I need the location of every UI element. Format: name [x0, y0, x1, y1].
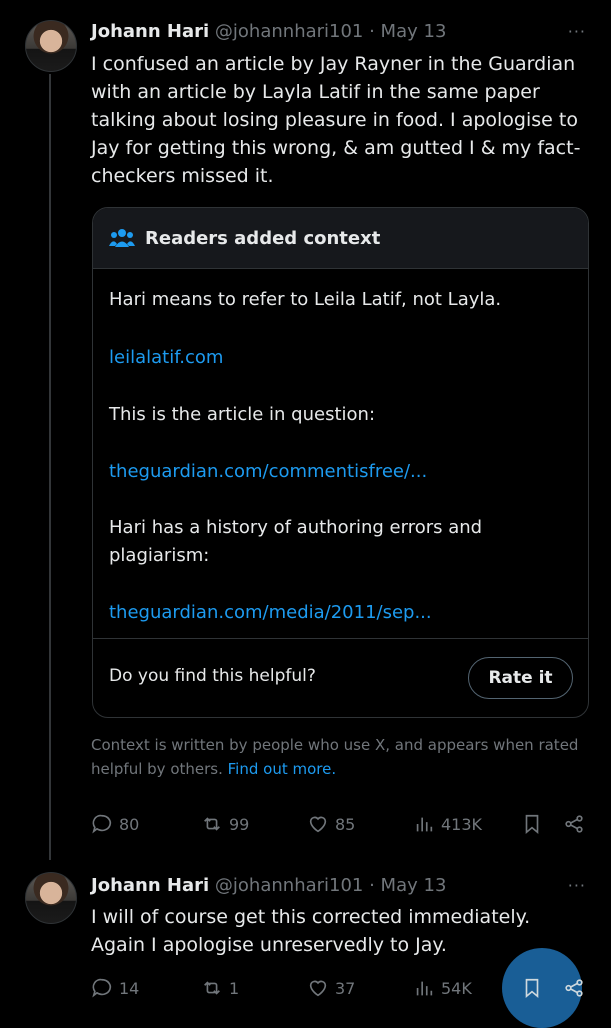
thread-line [49, 74, 51, 860]
note-paragraph: Hari has a history of authoring errors a… [109, 517, 483, 566]
note-link[interactable]: theguardian.com/media/2011/sep... [109, 599, 569, 627]
tweet-actions: 14 1 37 54K [91, 948, 591, 1028]
repost-button[interactable]: 99 [201, 813, 249, 835]
share-button[interactable] [563, 977, 585, 999]
tweet-text: I confused an article by Jay Rayner in t… [91, 53, 581, 187]
bookmark-button[interactable] [521, 977, 543, 999]
note-disclaimer: Context is written by people who use X, … [91, 733, 591, 781]
author-name[interactable]: Johann Hari [91, 21, 209, 42]
note-title: Readers added context [145, 227, 381, 249]
more-options-icon[interactable]: ··· [568, 22, 586, 41]
avatar[interactable] [25, 872, 77, 924]
views-icon [416, 981, 433, 996]
note-header: Readers added context [93, 208, 588, 269]
heart-icon [309, 816, 327, 833]
avatar[interactable] [25, 20, 77, 72]
bookmark-icon [525, 978, 539, 999]
author-handle-time[interactable]: @johannhari101 · May 13 [215, 875, 446, 896]
heart-icon [309, 980, 327, 997]
author-handle-time[interactable]: @johannhari101 · May 13 [215, 21, 446, 42]
tweet-actions: 80 99 85 413K [91, 813, 591, 841]
reply-button[interactable]: 14 [91, 977, 139, 999]
note-link[interactable]: leilalatif.com [109, 344, 569, 372]
tweet-header: Johann Hari @johannhari101 · May 13 [91, 875, 446, 899]
repost-icon [204, 981, 220, 995]
reply-icon [92, 978, 112, 998]
views-button[interactable]: 54K [413, 977, 472, 999]
repost-button[interactable]: 1 [201, 977, 239, 999]
note-footer: Do you find this helpful? Rate it [93, 638, 588, 717]
author-name[interactable]: Johann Hari [91, 875, 209, 896]
note-paragraph: Hari means to refer to Leila Latif, not … [109, 289, 502, 310]
community-note: Readers added context Hari means to refe… [92, 207, 589, 718]
bookmark-icon [525, 814, 539, 835]
like-button[interactable]: 37 [307, 977, 355, 999]
share-button[interactable] [563, 813, 585, 835]
like-button[interactable]: 85 [307, 813, 355, 835]
tweet-text: I will of course get this corrected imme… [91, 906, 531, 956]
repost-icon [204, 817, 220, 831]
note-paragraph: This is the article in question: [109, 404, 376, 425]
views-button[interactable]: 413K [413, 813, 482, 835]
reply-count: 14 [119, 978, 140, 998]
find-out-more-link[interactable]: Find out more. [228, 760, 336, 778]
like-count: 37 [335, 978, 356, 998]
reply-icon [92, 814, 112, 834]
repost-count: 99 [229, 814, 250, 834]
repost-count: 1 [229, 978, 240, 998]
people-icon [109, 229, 135, 247]
share-icon [565, 815, 583, 833]
helpful-question: Do you find this helpful? [109, 666, 316, 686]
more-options-icon[interactable]: ··· [568, 876, 586, 895]
like-count: 85 [335, 814, 356, 834]
views-count: 413K [441, 814, 483, 834]
reply-count: 80 [119, 814, 140, 834]
note-link[interactable]: theguardian.com/commentisfree/... [109, 458, 569, 486]
reply-button[interactable]: 80 [91, 813, 139, 835]
share-icon [565, 979, 583, 997]
tweet-header: Johann Hari @johannhari101 · May 13 [91, 21, 446, 45]
rate-it-button[interactable]: Rate it [468, 657, 573, 699]
bookmark-button[interactable] [521, 813, 543, 835]
views-count: 54K [441, 978, 472, 998]
views-icon [416, 817, 433, 832]
